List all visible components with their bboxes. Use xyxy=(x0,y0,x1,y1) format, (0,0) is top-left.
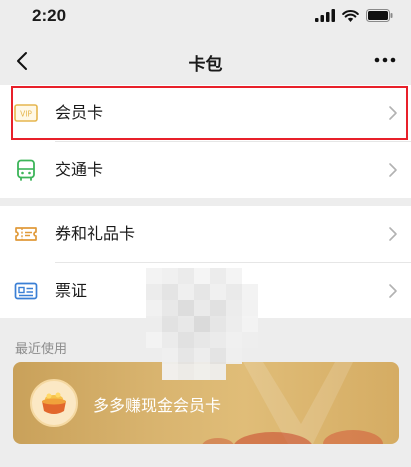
wifi-icon xyxy=(342,10,359,22)
svg-text:VIP: VIP xyxy=(20,110,32,119)
list-item-label: 交通卡 xyxy=(55,160,104,179)
page-title: 卡包 xyxy=(188,55,223,75)
chevron-right-icon xyxy=(389,163,397,177)
ticket-icon xyxy=(15,227,37,241)
list-item-vip-card[interactable]: VIP 会员卡 xyxy=(0,85,411,141)
bus-icon xyxy=(17,159,35,181)
list-item-label: 票证 xyxy=(55,281,88,300)
status-time: 2:20 xyxy=(32,6,67,25)
id-card-icon xyxy=(14,282,38,300)
chevron-right-icon xyxy=(389,106,397,120)
card-logo xyxy=(30,379,78,427)
more-options-button[interactable] xyxy=(373,52,397,68)
chevron-right-icon xyxy=(389,227,397,241)
list-item-label: 券和礼品卡 xyxy=(55,224,136,243)
status-icons xyxy=(315,9,393,22)
privacy-mosaic xyxy=(146,268,258,380)
card-name: 多多赚现金会员卡 xyxy=(93,396,222,415)
battery-icon xyxy=(366,9,393,22)
signal-icon xyxy=(315,9,335,22)
recent-section-title: 最近使用 xyxy=(15,342,68,357)
list-item-label: 会员卡 xyxy=(55,103,104,122)
status-bar: 2:20 xyxy=(0,0,411,34)
gold-pot-icon xyxy=(42,392,66,414)
list-item-transit-card[interactable]: 交通卡 xyxy=(0,142,411,198)
vip-card-icon: VIP xyxy=(14,104,38,122)
card-group-primary: VIP 会员卡 交通卡 xyxy=(0,85,411,198)
chevron-right-icon xyxy=(389,284,397,298)
nav-bar: 卡包 xyxy=(0,34,411,88)
list-item-coupons-gift-cards[interactable]: 券和礼品卡 xyxy=(0,206,411,262)
